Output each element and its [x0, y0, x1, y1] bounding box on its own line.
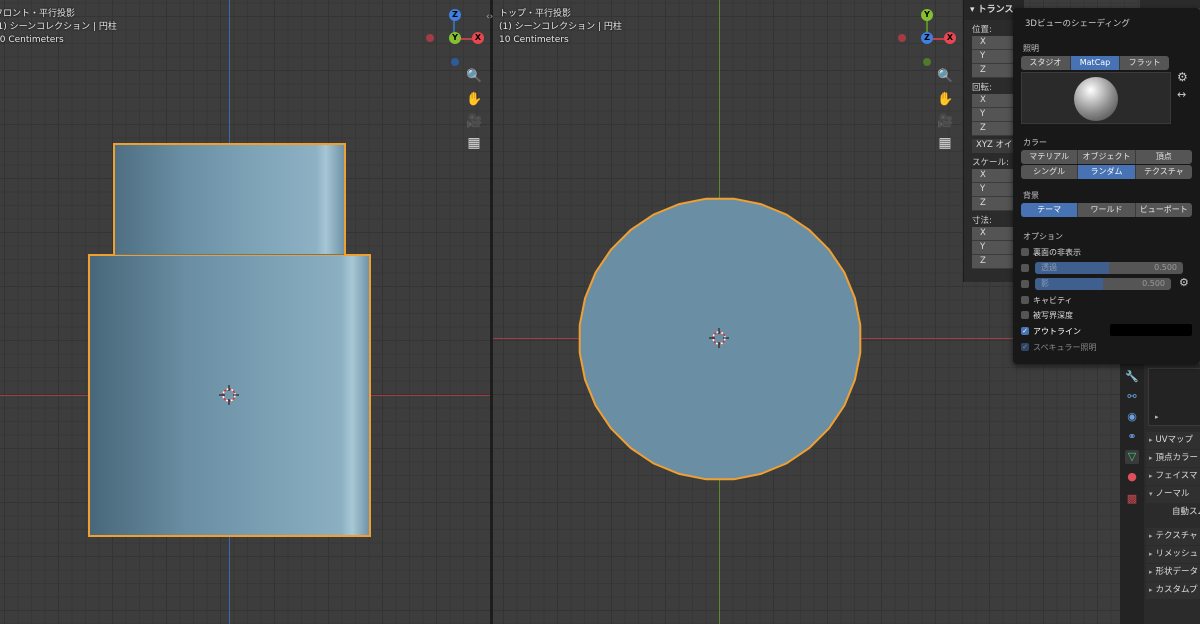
gizmo-neg-x-icon[interactable] — [898, 34, 906, 42]
3d-cursor-icon — [709, 328, 729, 348]
shadow-checkbox[interactable] — [1021, 280, 1029, 288]
front-viewport[interactable]: フロント・平行投影 (1) シーンコレクション | 円柱 10 Centimet… — [0, 0, 490, 624]
preferences-gear-icon[interactable]: ⚙ — [1177, 70, 1188, 84]
options-label: オプション — [1023, 232, 1063, 241]
pan-hand-icon[interactable]: ✋ — [466, 92, 482, 108]
panel-vertex-colors[interactable]: ▸ 頂点カラー — [1146, 450, 1200, 467]
mesh-data-icon[interactable]: ▽ — [1125, 450, 1139, 464]
modifier-wrench-icon[interactable]: 🔧 — [1125, 370, 1139, 384]
cavity-checkbox[interactable] — [1021, 296, 1029, 304]
backface-culling-toggle[interactable]: 裏面の非表示 — [1021, 246, 1081, 258]
particles-icon[interactable]: ⚯ — [1125, 390, 1139, 404]
panel-normals[interactable]: ▾ ノーマル — [1146, 486, 1200, 503]
xray-checkbox[interactable] — [1021, 264, 1029, 272]
viewport-info: トップ・平行投影 (1) シーンコレクション | 円柱 10 Centimete… — [499, 8, 622, 47]
matcap-sphere — [1074, 77, 1118, 121]
collection-info: (1) シーンコレクション | 円柱 — [0, 22, 117, 32]
shadow-settings-gear-icon[interactable]: ⚙ — [1179, 276, 1189, 289]
gizmo-z-icon[interactable]: Z — [449, 9, 461, 21]
grid-toggle-icon[interactable]: ▦ — [466, 135, 482, 151]
color-single-button[interactable]: シングル — [1021, 165, 1079, 179]
panel-remesh[interactable]: ▸ リメッシュ — [1146, 546, 1200, 563]
preview-list[interactable]: ▸ — [1148, 368, 1200, 426]
texture-icon[interactable]: ▩ — [1125, 492, 1139, 506]
gizmo-y-icon[interactable]: Y — [921, 9, 933, 21]
dof-checkbox[interactable] — [1021, 311, 1029, 319]
physics-icon[interactable]: ◉ — [1125, 410, 1139, 424]
gizmo-neg-y-icon[interactable] — [923, 58, 931, 66]
zoom-icon[interactable]: 🔍 — [466, 69, 482, 85]
xray-toggle[interactable] — [1021, 262, 1033, 274]
lighting-label: 照明 — [1023, 44, 1039, 53]
camera-icon[interactable]: 🎥 — [466, 114, 482, 130]
outline-checkbox[interactable]: ✓ — [1021, 327, 1029, 335]
panel-texture-space[interactable]: ▸ テクスチャ — [1146, 528, 1200, 545]
lighting-matcap-button[interactable]: MatCap — [1070, 56, 1121, 70]
background-segmented[interactable]: テーマ ワールド ビューポート — [1021, 203, 1192, 217]
lighting-studio-button[interactable]: スタジオ — [1021, 56, 1071, 70]
popover-title: 3Dビューのシェーディング — [1025, 19, 1130, 29]
3d-cursor-icon — [219, 385, 239, 405]
constraints-icon[interactable]: ⚭ — [1125, 430, 1139, 444]
material-icon[interactable]: ● — [1125, 470, 1139, 484]
grid-scale: 10 Centimeters — [499, 35, 569, 45]
auto-smooth-row[interactable]: 自動スム — [1146, 504, 1200, 521]
color-vertex-button[interactable]: 頂点 — [1136, 150, 1192, 164]
background-theme-button[interactable]: テーマ — [1021, 203, 1079, 217]
viewport-info: フロント・平行投影 (1) シーンコレクション | 円柱 10 Centimet… — [0, 8, 117, 47]
shadow-toggle[interactable] — [1021, 278, 1033, 290]
grid-toggle-icon[interactable]: ▦ — [937, 135, 953, 151]
panel-geometry-data[interactable]: ▸ 形状データ — [1146, 564, 1200, 581]
specular-lighting-toggle[interactable]: ✓ スペキュラー照明 — [1021, 341, 1096, 353]
cavity-toggle[interactable]: キャビティ — [1021, 294, 1073, 306]
panel-uv-maps[interactable]: ▸ UVマップ — [1146, 432, 1200, 449]
background-viewport-button[interactable]: ビューポート — [1136, 203, 1192, 217]
panel-custom-properties[interactable]: ▸ カスタムプ — [1146, 582, 1200, 599]
cylinder-step-line — [115, 254, 344, 255]
specular-checkbox[interactable]: ✓ — [1021, 343, 1029, 351]
color-texture-button[interactable]: テクスチャ — [1136, 165, 1192, 179]
color-row-2[interactable]: シングル ランダム テクスチャ — [1021, 165, 1192, 179]
grid-scale: 10 Centimeters — [0, 35, 64, 45]
view-name: トップ・平行投影 — [499, 9, 572, 19]
backface-checkbox[interactable] — [1021, 248, 1029, 256]
cylinder-top-part[interactable] — [113, 143, 346, 259]
flip-matcap-icon[interactable]: ↔ — [1177, 88, 1186, 101]
matcap-preview[interactable] — [1021, 72, 1171, 124]
expand-arrow-icon[interactable]: ▸ — [1155, 413, 1159, 421]
outliner-strip — [1140, 0, 1200, 8]
color-label: カラー — [1023, 138, 1047, 147]
gizmo-neg-x-icon[interactable] — [426, 34, 434, 42]
background-label: 背景 — [1023, 191, 1039, 200]
zoom-icon[interactable]: 🔍 — [937, 69, 953, 85]
shadow-slider[interactable]: 影 0.500 — [1035, 278, 1171, 290]
lighting-segmented[interactable]: スタジオ MatCap フラット — [1021, 56, 1169, 70]
viewport-shading-popover[interactable]: 3Dビューのシェーディング 照明 スタジオ MatCap フラット ⚙ ↔ カラ… — [1013, 8, 1200, 364]
outline-color-swatch[interactable] — [1110, 324, 1192, 336]
gizmo-y-icon[interactable]: Y — [449, 32, 461, 44]
color-material-button[interactable]: マテリアル — [1021, 150, 1079, 164]
properties-tabs: 🔧 ⚯ ◉ ⚭ ▽ ● ▩ — [1120, 364, 1144, 624]
depth-of-field-toggle[interactable]: 被写界深度 — [1021, 309, 1073, 321]
collection-info: (1) シーンコレクション | 円柱 — [499, 22, 622, 32]
gizmo-x-icon[interactable]: X — [472, 32, 484, 44]
lighting-flat-button[interactable]: フラット — [1120, 56, 1169, 70]
color-row-1[interactable]: マテリアル オブジェクト 頂点 — [1021, 150, 1192, 164]
pan-hand-icon[interactable]: ✋ — [937, 92, 953, 108]
view-name: フロント・平行投影 — [0, 9, 76, 19]
gizmo-x-icon[interactable]: X — [944, 32, 956, 44]
panel-face-maps[interactable]: ▸ フェイスマ — [1146, 468, 1200, 485]
camera-icon[interactable]: 🎥 — [937, 114, 953, 130]
outline-toggle[interactable]: ✓ アウトライン — [1021, 325, 1081, 337]
color-object-button[interactable]: オブジェクト — [1078, 150, 1136, 164]
background-world-button[interactable]: ワールド — [1078, 203, 1136, 217]
gizmo-z-icon[interactable]: Z — [921, 32, 933, 44]
gizmo-neg-z-icon[interactable] — [451, 58, 459, 66]
xray-slider[interactable]: 透過 0.500 — [1035, 262, 1183, 274]
color-random-button[interactable]: ランダム — [1078, 165, 1136, 179]
